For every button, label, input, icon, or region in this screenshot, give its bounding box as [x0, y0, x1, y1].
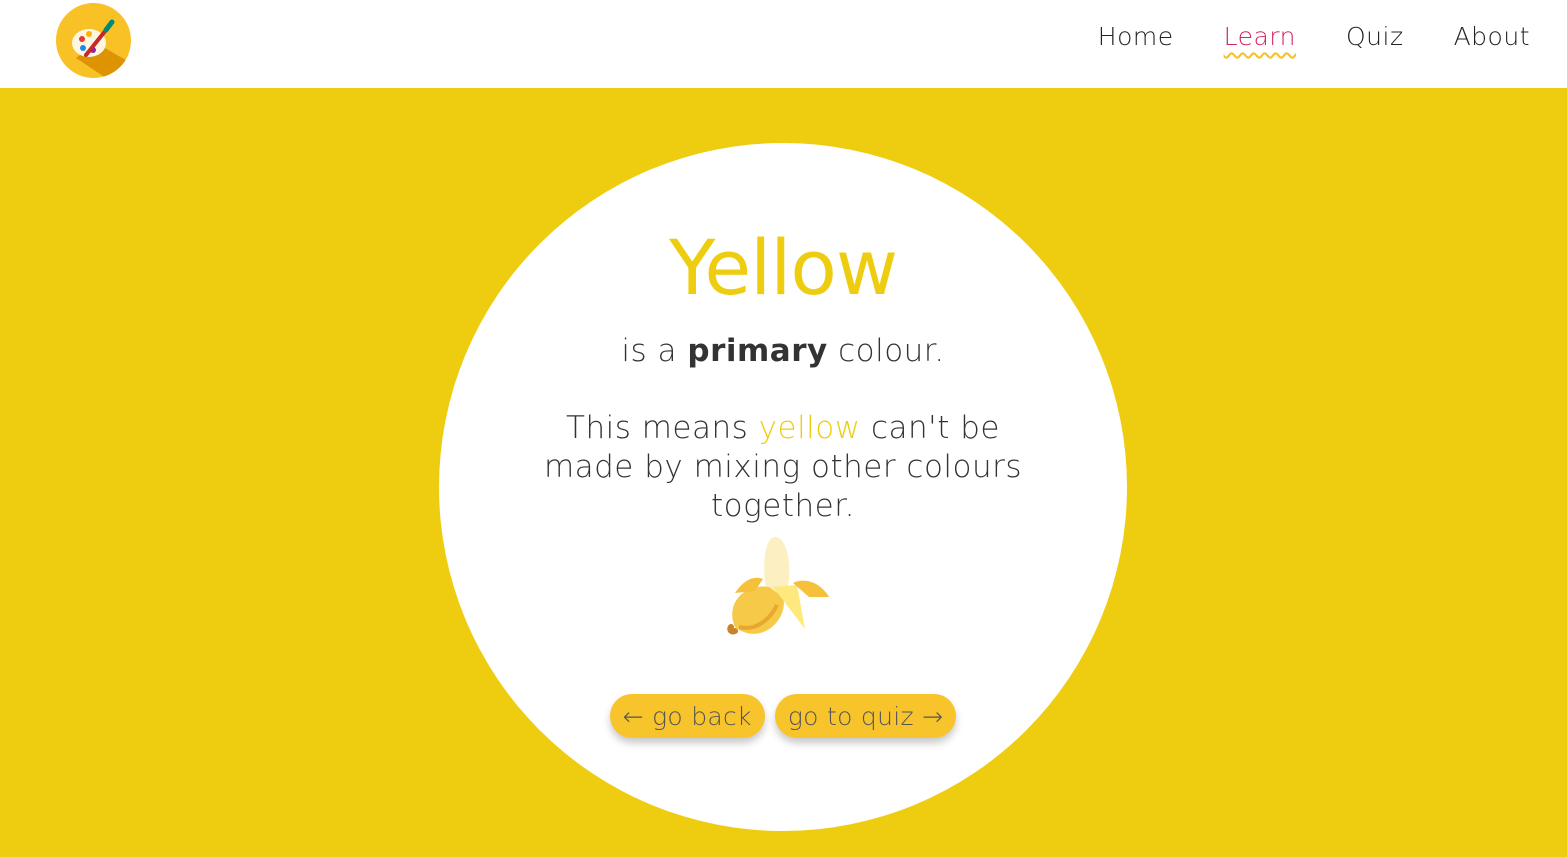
desc-highlight: yellow	[758, 410, 861, 446]
home-logo[interactable]	[56, 3, 131, 78]
nav-link-about[interactable]: About	[1454, 22, 1530, 51]
desc-prefix: This means	[566, 410, 759, 446]
subtitle-suffix: colour.	[827, 333, 945, 369]
paint-palette-icon	[72, 19, 131, 78]
go-to-quiz-button[interactable]: go to quiz →	[774, 694, 957, 738]
nav-link-learn[interactable]: Learn	[1224, 22, 1296, 51]
colour-subtitle: is a primary colour.	[439, 333, 1127, 369]
banana-icon	[727, 537, 829, 635]
subtitle-emphasis: primary	[687, 333, 828, 369]
subtitle-prefix: is a	[621, 333, 688, 369]
nav-link-home[interactable]: Home	[1098, 22, 1174, 51]
colour-description: This means yellow can't be made by mixin…	[529, 409, 1037, 526]
go-back-button[interactable]: ← go back	[609, 694, 765, 738]
nav-link-quiz[interactable]: Quiz	[1346, 22, 1404, 51]
top-navbar: Home Learn Quiz About	[0, 0, 1567, 88]
nav-links: Home Learn Quiz About	[1048, 22, 1530, 51]
colour-title: Yellow	[669, 223, 898, 312]
lesson-buttons: ← go back go to quiz →	[439, 694, 1127, 738]
lesson-card: Yellow is a primary colour. This means y…	[439, 143, 1127, 831]
